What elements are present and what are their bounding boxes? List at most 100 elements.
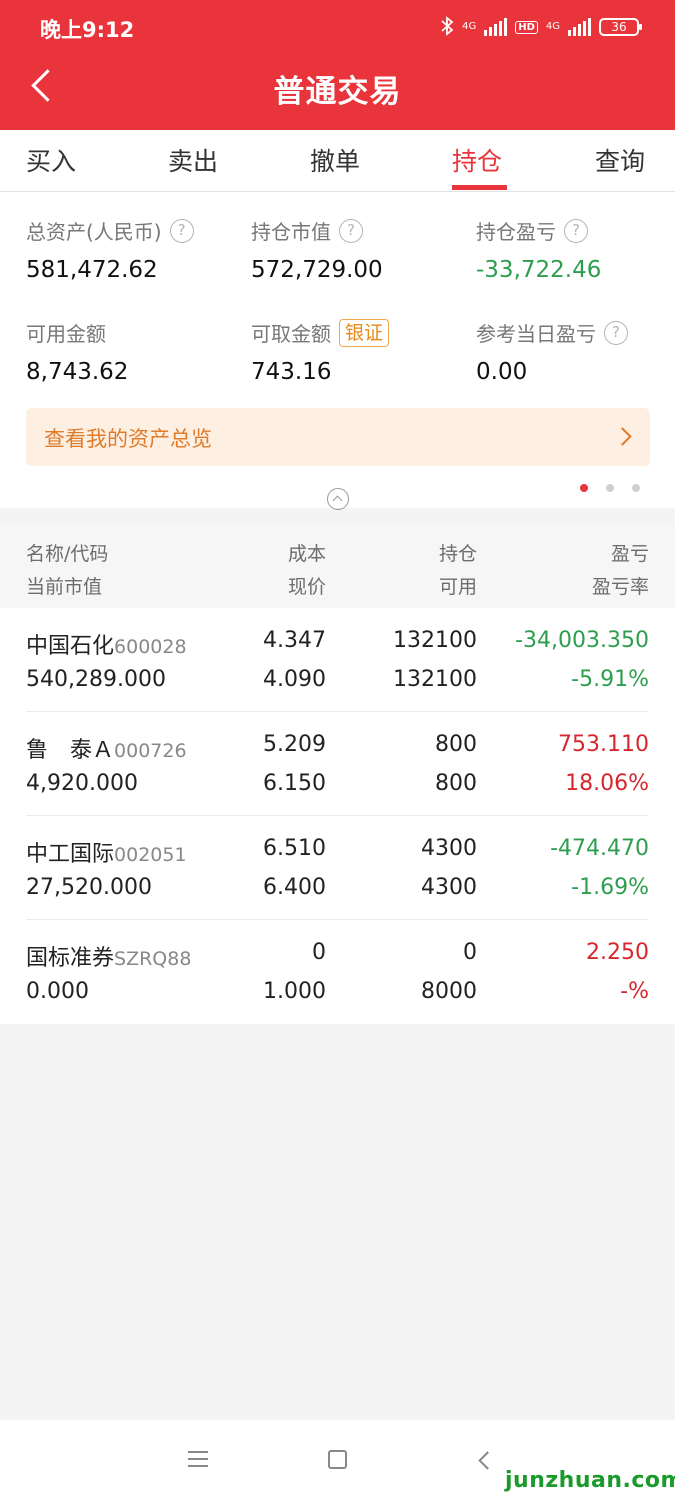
- asset-overview-text: 查看我的资产总览: [44, 427, 212, 451]
- withdrawable-funds-value: 743.16: [251, 359, 332, 385]
- stock-name: 鲁 泰Ａ: [26, 738, 115, 763]
- col-market-value: 当前市值: [26, 576, 103, 598]
- stock-pnl: -474.470: [550, 836, 649, 861]
- status-icons: 4G HD 4G 36: [440, 14, 642, 40]
- stock-cost: 6.510: [263, 836, 326, 861]
- stock-code: SZRQ88: [114, 948, 192, 970]
- asset-summary: 总资产(人民币)? 581,472.62 持仓市值? 572,729.00 持仓…: [0, 192, 675, 510]
- withdrawable-funds: 可取金额 银证 743.16: [251, 318, 390, 385]
- stock-avail: 800: [435, 771, 477, 796]
- position-pnl-label: 持仓盈亏: [476, 220, 556, 244]
- menu-icon[interactable]: [188, 1451, 208, 1467]
- signal-icon-2: [568, 18, 591, 36]
- signal-icon: [484, 18, 508, 36]
- stock-price: 4.090: [263, 667, 326, 692]
- total-assets: 总资产(人民币)? 581,472.62: [26, 216, 194, 283]
- asset-overview-banner[interactable]: 查看我的资产总览: [26, 408, 650, 466]
- col-pnl-rate: 盈亏率: [591, 576, 649, 598]
- network-type-label: 4G: [462, 21, 477, 32]
- available-funds: 可用金额 8,743.62: [26, 318, 128, 385]
- stock-price: 6.150: [263, 771, 326, 796]
- home-icon[interactable]: [328, 1450, 347, 1469]
- chevron-right-icon: [616, 428, 632, 444]
- total-assets-value: 581,472.62: [26, 257, 158, 283]
- hd-voice-badge: HD: [515, 20, 538, 34]
- stock-pnl: -34,003.350: [515, 628, 649, 653]
- stock-code: 600028: [114, 636, 187, 658]
- tab-positions[interactable]: 持仓: [452, 142, 502, 178]
- stock-pnl-rate: -1.69%: [571, 875, 649, 900]
- battery-icon: 36: [599, 18, 642, 36]
- day-pnl-value: 0.00: [476, 359, 528, 385]
- market-value: 持仓市值? 572,729.00: [251, 216, 383, 283]
- tab-query[interactable]: 查询: [595, 142, 645, 178]
- stock-code: 000726: [114, 740, 187, 762]
- page-dot[interactable]: [606, 484, 614, 492]
- table-row[interactable]: 中工国际002051 27,520.000 6.510 6.400 4300 4…: [0, 816, 675, 920]
- collapse-up-icon[interactable]: [327, 488, 349, 510]
- help-icon[interactable]: ?: [169, 218, 194, 243]
- available-funds-label: 可用金额: [26, 322, 106, 346]
- tab-cancel[interactable]: 撤单: [310, 142, 360, 178]
- col-price: 现价: [287, 576, 326, 598]
- stock-market-value: 4,920.000: [26, 771, 138, 796]
- stock-avail: 132100: [393, 667, 477, 692]
- position-pnl: 持仓盈亏? -33,722.46: [476, 216, 601, 283]
- help-icon[interactable]: ?: [339, 218, 363, 243]
- back-icon[interactable]: [476, 1450, 494, 1470]
- stock-market-value: 0.000: [26, 979, 89, 1004]
- col-cost: 成本: [287, 543, 326, 565]
- stock-price: 1.000: [263, 979, 326, 1004]
- watermark: junzhuan.com: [505, 1468, 675, 1493]
- stock-code: 002051: [114, 844, 187, 866]
- col-pnl: 盈亏: [610, 543, 649, 565]
- col-avail: 可用: [438, 576, 477, 598]
- table-row[interactable]: 中国石化600028 540,289.000 4.347 4.090 13210…: [0, 608, 675, 712]
- stock-pnl: 753.110: [558, 732, 649, 757]
- positions-list: 中国石化600028 540,289.000 4.347 4.090 13210…: [0, 608, 675, 1024]
- stock-avail: 8000: [421, 979, 477, 1004]
- help-icon[interactable]: ?: [604, 320, 628, 345]
- market-value-value: 572,729.00: [251, 257, 383, 283]
- stock-name: 中国石化: [26, 634, 115, 659]
- tab-buy[interactable]: 买入: [26, 142, 76, 178]
- bluetooth-icon: [440, 15, 454, 39]
- market-value-label: 持仓市值: [251, 220, 331, 244]
- stock-name-code: 鲁 泰Ａ000726: [26, 732, 187, 764]
- day-pnl-label: 参考当日盈亏: [476, 322, 596, 346]
- stock-hold: 0: [463, 940, 477, 965]
- table-row[interactable]: 鲁 泰Ａ000726 4,920.000 5.209 6.150 800 800…: [0, 712, 675, 816]
- active-tab-indicator: [452, 185, 507, 190]
- page-dot-active[interactable]: [580, 484, 588, 492]
- page-dot[interactable]: [632, 484, 640, 492]
- stock-avail: 4300: [421, 875, 477, 900]
- stock-market-value: 540,289.000: [26, 667, 166, 692]
- day-pnl: 参考当日盈亏? 0.00: [476, 318, 628, 385]
- stock-hold: 132100: [393, 628, 477, 653]
- position-pnl-value: -33,722.46: [476, 257, 602, 283]
- bank-transfer-badge[interactable]: 银证: [339, 318, 390, 347]
- col-hold: 持仓: [438, 543, 477, 565]
- stock-cost: 0: [312, 940, 326, 965]
- stock-pnl-rate: -5.91%: [571, 667, 649, 692]
- stock-cost: 4.347: [263, 628, 326, 653]
- positions-table-header: 名称/代码 当前市值 成本 现价 持仓 可用 盈亏 盈亏率: [0, 525, 675, 608]
- stock-pnl-rate: 18.06%: [565, 771, 649, 796]
- table-row[interactable]: 国标准券SZRQ88 0.000 0 1.000 0 8000 2.250 -%: [0, 920, 675, 1024]
- stock-hold: 4300: [421, 836, 477, 861]
- stock-name-code: 国标准券SZRQ88: [26, 940, 191, 972]
- stock-name: 国标准券: [26, 946, 115, 971]
- page-title: 普通交易: [273, 74, 402, 110]
- tab-sell[interactable]: 卖出: [168, 142, 218, 178]
- help-icon[interactable]: ?: [564, 218, 588, 243]
- app-header: 晚上9:12 4G HD 4G 36 普通交易: [0, 0, 675, 130]
- stock-name-code: 中国石化600028: [26, 628, 187, 660]
- stock-name: 中工国际: [26, 842, 115, 867]
- stock-name-code: 中工国际002051: [26, 836, 187, 868]
- stock-price: 6.400: [263, 875, 326, 900]
- withdrawable-funds-label: 可取金额: [251, 322, 331, 346]
- status-time: 晚上9:12: [40, 18, 135, 42]
- stock-market-value: 27,520.000: [26, 875, 152, 900]
- available-funds-value: 8,743.62: [26, 359, 129, 385]
- stock-hold: 800: [435, 732, 477, 757]
